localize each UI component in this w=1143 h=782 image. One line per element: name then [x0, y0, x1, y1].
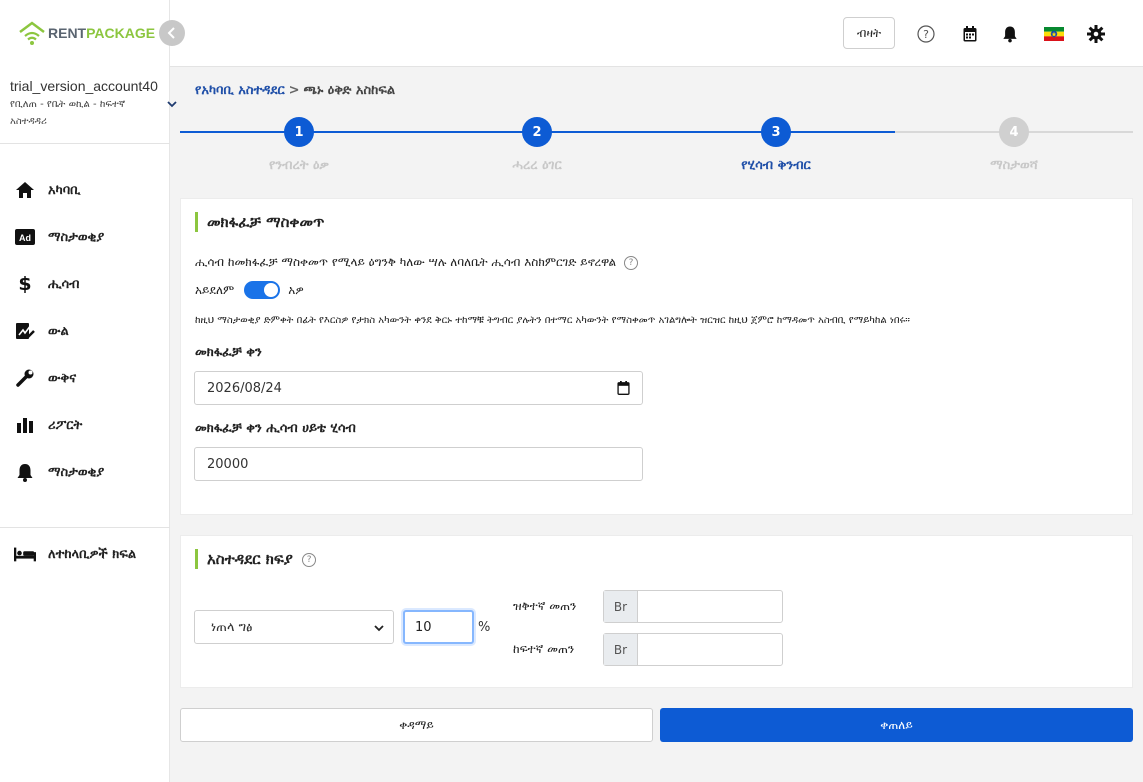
breadcrumb: የአካባቢ አስተዳደር > ጫኑ ዕቅድ አስከፍል [195, 83, 395, 98]
sidebar: RENT PACKAGE trial_version_account40 የቢለጠ… [0, 0, 177, 782]
bell-icon [14, 461, 36, 483]
wrench-icon [14, 367, 36, 389]
min-amount-label: ዝቅተኛ መጠን [513, 599, 577, 613]
bar-chart-icon [14, 414, 36, 436]
fee-percent-value: 10 [415, 619, 432, 635]
help-icon[interactable]: ? [916, 24, 936, 44]
billing-card-title: መክፋፈቻ ማስቀመጥ [195, 212, 324, 232]
account-role: የቢለጠ - የቤት ወኪል - ከፍተኛ አስተዳዳሪ [10, 99, 126, 127]
help-icon[interactable]: ? [623, 255, 638, 270]
billing-toggle-row: አይደለም አዎ [195, 281, 304, 299]
currency-prefix: Br [604, 634, 638, 665]
payment-amount-input[interactable]: 20000 [194, 447, 643, 481]
logo[interactable]: RENT PACKAGE [18, 20, 155, 46]
step-3-circle[interactable]: 3 [761, 117, 791, 147]
sidebar-item-label: ማስታወቂያ [48, 464, 105, 480]
svg-text:?: ? [923, 28, 929, 41]
payment-amount-value: 20000 [207, 456, 249, 472]
contract-icon [14, 320, 36, 342]
calendar-icon[interactable] [617, 381, 630, 395]
billing-description-text: ሒሳብ ከመክፋፈቻ ማስቀመጥ የሚላይ ዕግንቅ ካለው ሣሉ ለባለቤት … [195, 255, 617, 269]
previous-button[interactable]: ቀዳማይ [180, 708, 653, 742]
bed-icon [14, 543, 36, 565]
sidebar-item-label: አካባቢ [48, 182, 81, 198]
billing-notice: ከዚህ ማስታወቂያ ድምቀት በፊት የእርስዎ የታክስ አካውንት ቀንደ… [195, 315, 910, 326]
sidebar-item-label: ውቅና [48, 370, 77, 386]
top-bar-button[interactable]: ብዛት [843, 17, 895, 49]
percent-sign: % [478, 620, 491, 635]
breadcrumb-separator: > [288, 83, 300, 98]
sidebar-divider [0, 527, 170, 528]
step-1-label: የንብረት ዕቃ [269, 158, 329, 173]
sidebar-item-label: ውል [48, 323, 69, 339]
chevron-down-icon[interactable] [166, 98, 178, 110]
payment-date-label: መክፋፈቻ ቀን [195, 345, 262, 360]
step-2-label: ሓረረ ዕገር [512, 158, 562, 173]
payment-date-input[interactable]: 2026/08/24 [194, 371, 643, 405]
step-2-circle[interactable]: 2 [522, 117, 552, 147]
dollar-icon: $ [18, 273, 32, 295]
billing-toggle-switch[interactable] [244, 281, 281, 299]
sidebar-divider [0, 143, 170, 144]
breadcrumb-link[interactable]: የአካባቢ አስተዳደር [195, 83, 285, 98]
step-3-label: የሂሳብ ቅንብር [741, 158, 811, 173]
fee-card-title-text: አስተዳደር ክፍያ [207, 550, 293, 568]
calendar-icon[interactable] [960, 24, 980, 44]
sidebar-item-label: ማስታወቂያ [48, 229, 105, 245]
step-1-circle[interactable]: 1 [284, 117, 314, 147]
top-bar: ብዛት ? [170, 0, 1143, 67]
home-icon [14, 179, 36, 201]
sidebar-item-home[interactable]: አካባቢ [14, 178, 80, 202]
stepper: 1 2 3 4 የንብረት ዕቃ ሓረረ ዕገር የሂሳብ ቅንብር ማስታወሻ [180, 116, 1133, 186]
max-amount-input[interactable]: Br [603, 633, 783, 666]
step-4-circle[interactable]: 4 [999, 117, 1029, 147]
payment-date-value: 2026/08/24 [207, 380, 282, 396]
brand-name-part1: RENT [48, 25, 87, 41]
sidebar-item-ads[interactable]: Ad ማስታወቂያ [14, 225, 104, 249]
toggle-knob [264, 283, 279, 297]
gear-icon[interactable] [1086, 24, 1106, 44]
ethiopia-flag-icon[interactable] [1043, 26, 1065, 42]
currency-prefix: Br [604, 591, 638, 622]
toggle-on-label: አዎ [288, 282, 304, 297]
help-icon[interactable]: ? [302, 552, 317, 567]
account-info[interactable]: trial_version_account40 የቢለጠ - የቤት ወኪል -… [10, 78, 170, 130]
management-fee-card: አስተዳደር ክፍያ ? ነጠላ ግፅ 10 % ዝቅተኛ መጠን Br ከፍተ… [180, 535, 1133, 688]
chevron-left-icon [167, 27, 175, 39]
billing-settings-card: መክፋፈቻ ማስቀመጥ ሒሳብ ከመክፋፈቻ ማስቀመጥ የሚላይ ዕግንቅ ካ… [180, 198, 1133, 515]
sidebar-collapse-button[interactable] [159, 20, 185, 46]
fee-percent-input[interactable]: 10 [403, 610, 474, 644]
brand-name-part2: PACKAGE [86, 25, 156, 41]
wifi-house-logo-icon [19, 21, 45, 45]
sidebar-item-label: ሪፖርት [48, 417, 83, 433]
chevron-down-icon [374, 625, 384, 632]
sidebar-item-contract[interactable]: ውል [14, 319, 69, 343]
sidebar-item-tenants[interactable]: ለተከላቢዎች ክፍል [14, 542, 136, 566]
max-amount-label: ከፍተኛ መጠን [513, 642, 575, 656]
fee-type-select[interactable]: ነጠላ ግፅ [194, 610, 394, 644]
sidebar-item-reports[interactable]: ሪፖርት [14, 413, 82, 437]
account-name: trial_version_account40 [10, 78, 158, 94]
bell-icon[interactable] [1000, 24, 1020, 44]
fee-type-selected: ነጠላ ግፅ [211, 619, 253, 635]
sidebar-item-label: ለተከላቢዎች ክፍል [48, 546, 137, 562]
sidebar-item-label: ሒሳብ [48, 276, 80, 292]
toggle-off-label: አይደለም [195, 282, 235, 297]
min-amount-input[interactable]: Br [603, 590, 783, 623]
sidebar-item-account[interactable]: $ ሒሳብ [14, 272, 79, 296]
step-4-label: ማስታወሻ [990, 158, 1038, 173]
fee-card-title: አስተዳደር ክፍያ ? [195, 549, 317, 569]
breadcrumb-current: ጫኑ ዕቅድ አስከፍል [303, 83, 396, 98]
svg-text:Ad: Ad [19, 233, 31, 243]
next-button[interactable]: ቀጠለይ [660, 708, 1133, 742]
payment-amount-label: መክፋፈቻ ቀን ሒሳብ ሀይቴ ሂሳብ [195, 421, 356, 436]
sidebar-item-notifications[interactable]: ማስታወቂያ [14, 460, 104, 484]
sidebar-item-settings[interactable]: ውቅና [14, 366, 76, 390]
billing-description: ሒሳብ ከመክፋፈቻ ማስቀመጥ የሚላይ ዕግንቅ ካለው ሣሉ ለባለቤት … [195, 255, 638, 270]
ad-icon: Ad [14, 226, 36, 248]
